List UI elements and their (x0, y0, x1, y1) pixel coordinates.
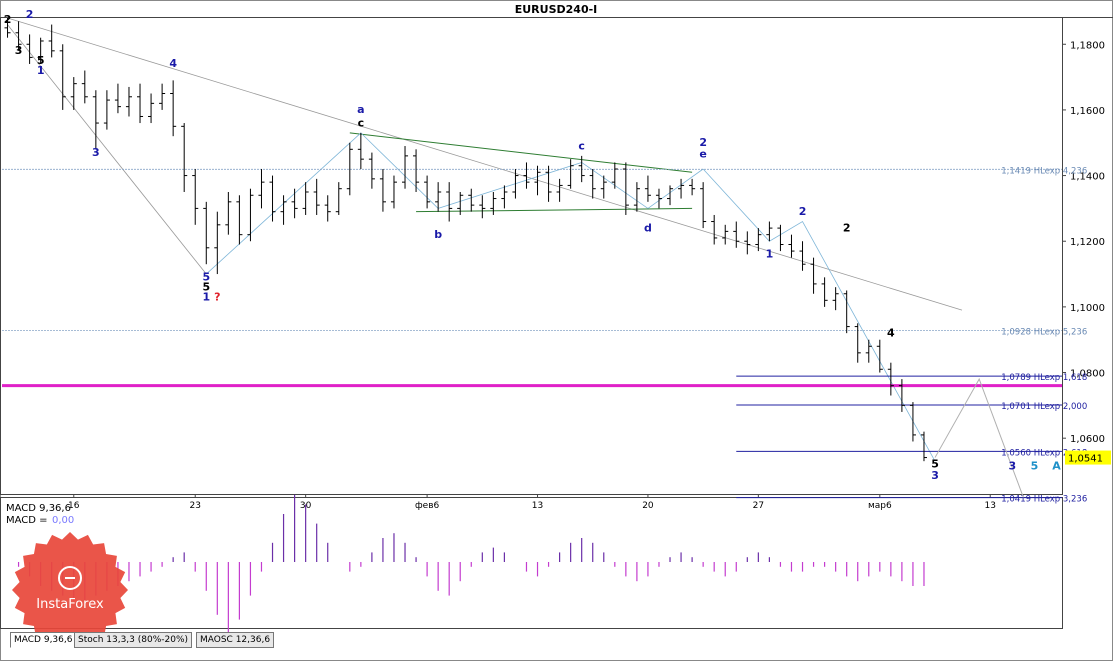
y-tick-label: 1,0600 (1070, 434, 1105, 445)
wave-label: c (358, 116, 365, 129)
wave-label: 2 (26, 8, 34, 21)
x-tick-label: 13 (985, 501, 996, 511)
wave-label: 3 (92, 146, 100, 159)
indicator-tab[interactable]: MAOSC 12,36,6 (196, 632, 275, 648)
y-tick-label: 1,1200 (1070, 237, 1105, 248)
x-tick-label: 23 (190, 501, 201, 511)
macd-value-prefix: MACD = (6, 515, 48, 526)
chart-title: EURUSD240-I (515, 3, 598, 16)
indicator-tab[interactable]: Stoch 13,3,3 (80%-20%) (74, 632, 193, 648)
instaforex-brand-text: InstaForex (36, 597, 104, 612)
fib-level-label: 1,0928 HLexp 5,236 (1001, 328, 1087, 338)
chart-root: EURUSD240-I 1,1800 1,1600 1,1400 1,1200 1,100… (0, 0, 1113, 661)
y-tick-label: 1,1000 (1070, 303, 1105, 314)
y-tick-label: 1,1800 (1070, 40, 1105, 51)
wave-label: c (578, 139, 585, 152)
x-tick-label: 20 (642, 501, 654, 511)
wave-label: 4 (887, 326, 895, 339)
x-tick-label: 27 (753, 501, 764, 511)
wave-label: 1 (766, 248, 774, 261)
wave-label: 2 (843, 221, 851, 234)
x-tick-label: 13 (532, 501, 543, 511)
x-tick-label: мар6 (868, 501, 892, 511)
wave-label: 3 (1008, 459, 1016, 472)
chart-svg: EURUSD240-I1,18001,16001,14001,12001,100… (0, 0, 1113, 661)
wave-label: 1 (202, 290, 210, 303)
wave-label: 2 (4, 13, 12, 26)
wave-label: 2 (799, 205, 807, 218)
wave-label: e (699, 148, 706, 161)
wave-label: A (1052, 459, 1061, 472)
wave-label: ? (214, 290, 220, 303)
indicator-tab[interactable]: MACD 9,36,6 (10, 632, 77, 648)
macd-label: MACD 9,36,6 (6, 503, 71, 514)
wave-label: 5 (1031, 459, 1039, 472)
current-price-label: 1,0541 (1068, 454, 1103, 465)
wave-label: b (434, 228, 442, 241)
fib-level-label: 1,0701 HLexp 2,000 (1001, 402, 1087, 412)
wave-label: d (644, 221, 652, 234)
wave-label: 1 (37, 64, 45, 77)
fib-level-label: 1,0419 HLexp 3,236 (1001, 495, 1087, 505)
fib-level-label: 1,1419 HLexp 4,236 (1001, 166, 1087, 176)
macd-value: 0,00 (52, 515, 74, 526)
wave-label: 4 (169, 57, 177, 70)
wave-label: a (357, 103, 364, 116)
y-tick-label: 1,1600 (1070, 106, 1105, 117)
wave-label: 3 (15, 44, 23, 57)
fib-level-label: 1,0789 HLexp 1,618 (1001, 373, 1087, 383)
wave-label: 3 (931, 469, 939, 482)
x-tick-label: фев6 (415, 501, 440, 511)
